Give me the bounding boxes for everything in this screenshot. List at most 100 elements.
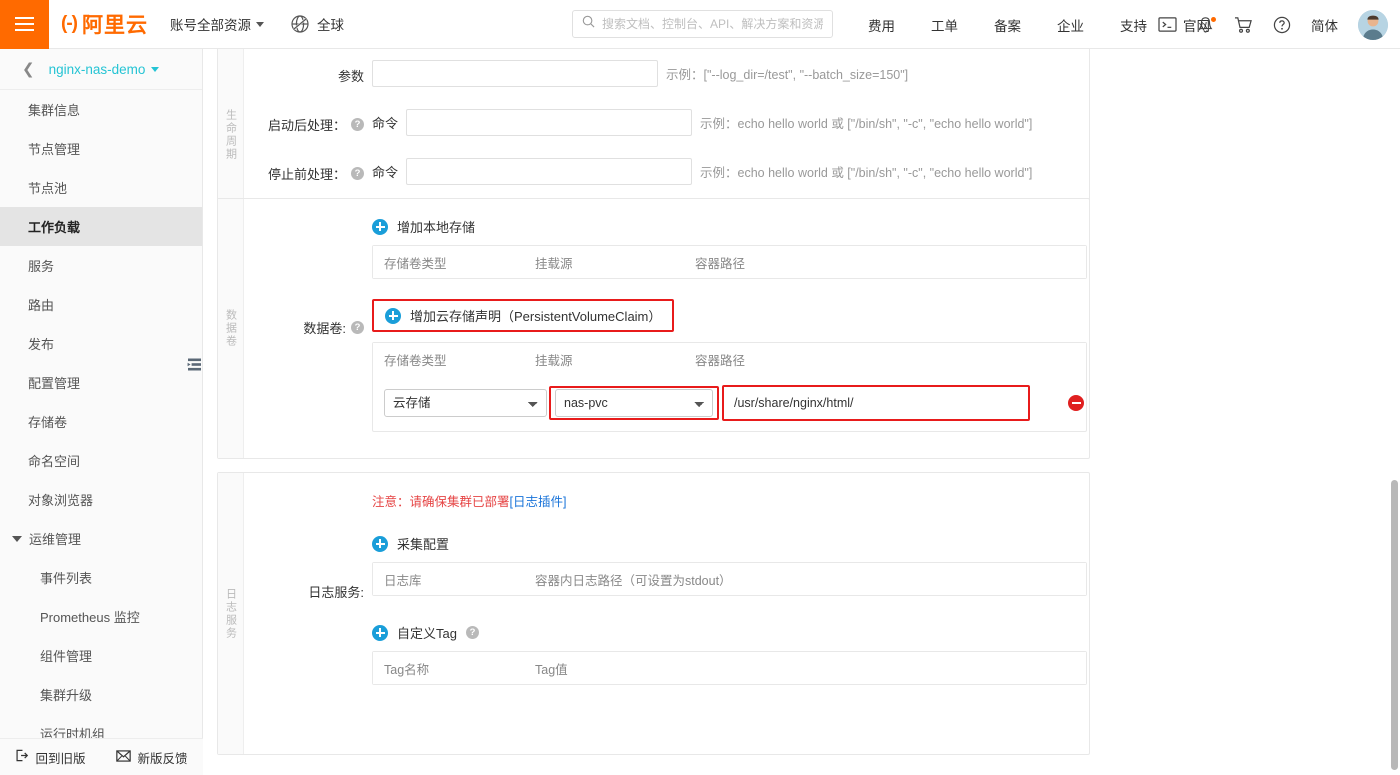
help-icon[interactable]	[1273, 16, 1291, 34]
sidebar-item-config-management[interactable]: 配置管理	[0, 363, 202, 402]
sidebar-item-label: 发布	[28, 337, 55, 352]
sidebar-item-node-management[interactable]: 节点管理	[0, 129, 202, 168]
prestop-label-wrap: 停止前处理： ?	[244, 158, 372, 183]
mount-source-highlight: nas-pvc	[549, 386, 719, 420]
sidebar-item-label: 工作负载	[28, 220, 81, 235]
sidebar-item-node-pool[interactable]: 节点池	[0, 168, 202, 207]
cart-icon[interactable]	[1234, 16, 1253, 34]
log-notice-text: 注意：请确保集群已部署	[372, 495, 510, 509]
log-plugin-link[interactable]: [日志插件]	[510, 495, 567, 509]
nav-item-enterprise[interactable]: 企业	[1057, 15, 1084, 35]
global-search[interactable]	[572, 10, 833, 38]
column-tag-value: Tag值	[535, 662, 568, 677]
pvc-table-row: 云存储 nas-pvc	[373, 375, 1086, 431]
help-icon[interactable]: ?	[351, 167, 364, 180]
terminal-icon[interactable]	[1158, 16, 1177, 33]
resource-selector[interactable]: 账号全部资源	[170, 14, 264, 34]
sidebar-item-label: 节点管理	[28, 142, 81, 157]
column-volume-type: 存储卷类型	[384, 256, 447, 271]
sidebar-item-label: 配置管理	[28, 376, 81, 391]
prestop-command-input[interactable]	[406, 158, 693, 185]
column-log-path: 容器内日志路径（可设置为stdout）	[535, 573, 732, 588]
avatar[interactable]	[1358, 9, 1388, 40]
nav-item-fees[interactable]: 费用	[868, 15, 895, 35]
sidebar-item-cluster-upgrade[interactable]: 集群升级	[0, 675, 202, 714]
sidebar-item-prometheus-monitoring[interactable]: Prometheus 监控	[0, 597, 202, 636]
sidebar-item-namespaces[interactable]: 命名空间	[0, 441, 202, 480]
plus-circle-icon	[385, 307, 401, 324]
sidebar: ❮ nginx-nas-demo 集群信息 节点管理 节点池 工作负载 服务 路…	[0, 49, 203, 775]
sidebar-item-storage-volumes[interactable]: 存储卷	[0, 402, 202, 441]
pvc-table-header: 存储卷类型 挂载源 容器路径	[373, 343, 1086, 375]
sidebar-item-services[interactable]: 服务	[0, 246, 202, 285]
region-label: 全球	[316, 18, 344, 33]
plus-circle-icon	[372, 535, 388, 552]
cluster-name-label[interactable]: nginx-nas-demo	[49, 62, 146, 77]
chevron-down-icon[interactable]	[151, 66, 160, 72]
poststart-command-label: 命令	[372, 116, 399, 131]
back-to-old-version-button[interactable]: 回到旧版	[15, 748, 86, 767]
search-input[interactable]	[602, 17, 823, 31]
sidebar-item-routes[interactable]: 路由	[0, 285, 202, 324]
sidebar-group-label: 运维管理	[29, 532, 82, 547]
collect-config-table: 日志库 容器内日志路径（可设置为stdout）	[372, 562, 1087, 596]
volume-vertical-tab[interactable]: 数据卷	[218, 199, 244, 458]
help-icon[interactable]: ?	[351, 118, 364, 131]
page-scrollbar-thumb[interactable]	[1391, 480, 1398, 770]
add-custom-tag-button[interactable]: 自定义Tag ?	[372, 623, 1089, 642]
back-to-old-version-label: 回到旧版	[35, 751, 86, 766]
nav-item-tickets[interactable]: 工单	[931, 15, 958, 35]
add-local-storage-label: 增加本地存储	[397, 220, 476, 235]
prestop-label: 停止前处理：	[267, 167, 346, 182]
poststart-label: 启动后处理：	[267, 118, 346, 133]
args-input[interactable]	[372, 60, 658, 87]
sidebar-header: ❮ nginx-nas-demo	[0, 49, 202, 90]
collect-config-table-header: 日志库 容器内日志路径（可设置为stdout）	[373, 563, 1086, 595]
log-vtab-label: 日志服务	[224, 587, 237, 640]
volume-body: 数据卷: ? 增加本地存储 存储卷类型 挂载源 容器路径 增加云存储声明（Per…	[244, 199, 1089, 458]
add-collect-config-button[interactable]: 采集配置	[372, 534, 1089, 553]
bell-icon[interactable]	[1197, 16, 1216, 34]
add-local-storage-button[interactable]: 增加本地存储	[372, 217, 1089, 236]
add-pvc-button[interactable]: 增加云存储声明（PersistentVolumeClaim）	[372, 299, 675, 332]
volume-type-select[interactable]: 云存储	[384, 389, 547, 417]
column-log-store: 日志库	[384, 573, 422, 588]
sidebar-item-label: 运行时机组	[40, 727, 106, 738]
form-row-prestop: 停止前处理： ? 命令 示例：echo hello world 或 ["/bin…	[244, 158, 1089, 185]
envelope-icon	[116, 749, 132, 765]
sidebar-item-releases[interactable]: 发布	[0, 324, 202, 363]
sidebar-item-cluster-info[interactable]: 集群信息	[0, 90, 202, 129]
poststart-label-wrap: 启动后处理： ?	[244, 109, 372, 134]
log-vertical-tab[interactable]: 日志服务	[218, 473, 244, 754]
help-icon[interactable]: ?	[351, 321, 364, 334]
notification-badge	[1211, 16, 1216, 22]
local-storage-table-header: 存储卷类型 挂载源 容器路径	[373, 246, 1086, 278]
mount-source-select[interactable]: nas-pvc	[555, 389, 713, 417]
container-path-input[interactable]	[726, 388, 1026, 418]
help-icon[interactable]: ?	[465, 626, 479, 639]
poststart-command-input[interactable]	[406, 109, 693, 136]
back-chevron-icon[interactable]: ❮	[22, 62, 35, 77]
hamburger-icon[interactable]	[0, 0, 49, 49]
form-row-args: 参数 示例：["--log_dir=/test", "--batch_size=…	[244, 60, 1089, 87]
sidebar-group-ops-management[interactable]: 运维管理	[0, 519, 202, 558]
search-icon	[582, 15, 595, 33]
sidebar-item-component-management[interactable]: 组件管理	[0, 636, 202, 675]
sidebar-item-label: 事件列表	[40, 571, 93, 586]
sidebar-item-workloads[interactable]: 工作负载	[0, 207, 202, 246]
aliyun-logo[interactable]: (-) 阿里云	[61, 9, 148, 39]
nav-item-icp[interactable]: 备案	[994, 15, 1021, 35]
language-selector[interactable]: 简体	[1311, 15, 1338, 35]
feedback-button[interactable]: 新版反馈	[116, 748, 188, 767]
volume-card: 数据卷 数据卷: ? 增加本地存储 存储卷类型 挂载源 容器路径 增加云存储声明…	[217, 198, 1090, 459]
sidebar-item-label: 组件管理	[40, 649, 93, 664]
local-storage-table: 存储卷类型 挂载源 容器路径	[372, 245, 1087, 279]
sidebar-item-event-list[interactable]: 事件列表	[0, 558, 202, 597]
region-selector[interactable]: 全球	[290, 14, 344, 34]
sidebar-item-runtime-group[interactable]: 运行时机组	[0, 714, 202, 738]
sidebar-item-object-browser[interactable]: 对象浏览器	[0, 480, 202, 519]
chevron-down-icon	[255, 21, 264, 27]
column-mount-source: 挂载源	[535, 256, 573, 271]
remove-volume-button[interactable]	[1068, 395, 1084, 411]
sidebar-collapse-toggle-icon[interactable]	[186, 352, 203, 377]
